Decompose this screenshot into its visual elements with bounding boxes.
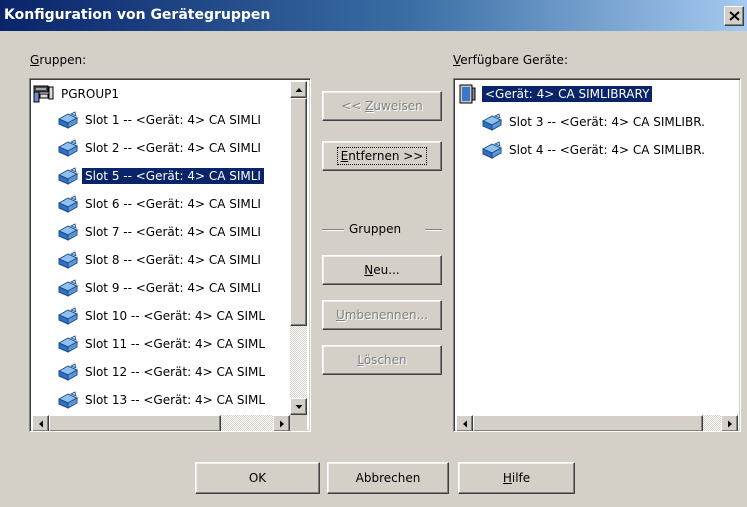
- scroll-up-button[interactable]: [290, 81, 307, 98]
- groups-separator-left: [322, 229, 344, 231]
- scroll-up-arrow-icon: [295, 87, 302, 92]
- rename-group-button[interactable]: Umbenennen...: [322, 300, 442, 330]
- group-slot-label: Slot 12 -- <Gerät: 4> CA SIML: [85, 365, 266, 379]
- group-tree-root[interactable]: PGROUP1: [33, 81, 122, 107]
- group-slot-label: Slot 13 -- <Gerät: 4> CA SIML: [85, 393, 266, 407]
- scroll-right-button[interactable]: [273, 415, 290, 431]
- scroll-corner: [290, 415, 307, 431]
- tape-slot-icon: [57, 111, 79, 129]
- tape-slot-icon: [57, 251, 79, 269]
- help-button[interactable]: Hilfe: [458, 462, 575, 494]
- dialog-window: Konfiguration von Gerätegruppen Gruppen:…: [0, 0, 747, 507]
- available-devices-label: Verfügbare Geräte:: [453, 53, 568, 67]
- available-slot-label: Slot 3 -- <Gerät: 4> CA SIMLIBR.: [509, 115, 705, 129]
- ok-button[interactable]: OK: [195, 462, 320, 494]
- hscroll-thumb[interactable]: [49, 415, 221, 431]
- tape-slot-icon: [57, 335, 79, 353]
- group-slot-item[interactable]: Slot 13 -- <Gerät: 4> CA SIML: [57, 387, 268, 413]
- groups-list-label: Gruppen:: [30, 53, 87, 67]
- close-icon: [729, 11, 740, 21]
- scroll-left-arrow-icon: [38, 420, 43, 427]
- group-slot-item[interactable]: Slot 10 -- <Gerät: 4> CA SIML: [57, 303, 268, 329]
- group-slot-item[interactable]: Slot 6 -- <Gerät: 4> CA SIMLI: [57, 191, 264, 217]
- devices-scroll-left-arrow-icon: [462, 420, 467, 427]
- groups-separator-right: [425, 229, 442, 231]
- group-slot-item[interactable]: Slot 5 -- <Gerät: 4> CA SIMLI: [57, 163, 264, 189]
- tape-slot-icon: [57, 139, 79, 157]
- tape-library-icon: [459, 84, 476, 104]
- group-slot-item[interactable]: Slot 11 -- <Gerät: 4> CA SIML: [57, 331, 268, 357]
- group-slot-label: Slot 2 -- <Gerät: 4> CA SIMLI: [85, 141, 261, 155]
- scroll-right-arrow-icon: [279, 420, 284, 427]
- close-button[interactable]: [724, 6, 744, 26]
- window-title: Konfiguration von Gerätegruppen: [4, 7, 271, 23]
- group-slot-item[interactable]: Slot 7 -- <Gerät: 4> CA SIMLI: [57, 219, 264, 245]
- group-slot-item[interactable]: Slot 8 -- <Gerät: 4> CA SIMLI: [57, 247, 264, 273]
- group-slot-label: Slot 7 -- <Gerät: 4> CA SIMLI: [85, 225, 261, 239]
- tape-slot-icon: [57, 195, 79, 213]
- tape-slot-icon: [57, 279, 79, 297]
- scroll-thumb[interactable]: [290, 98, 307, 326]
- devices-scroll-right-button[interactable]: [721, 415, 738, 431]
- group-slot-label: Slot 8 -- <Gerät: 4> CA SIMLI: [85, 253, 261, 267]
- groups-listbox[interactable]: PGROUP1 Slot 1 -- <Gerät: 4> CA SIMLI Slo…: [29, 78, 311, 432]
- scroll-down-arrow-icon: [295, 404, 302, 409]
- tape-slot-icon: [481, 113, 503, 131]
- new-group-button[interactable]: Neu...: [322, 255, 442, 285]
- delete-group-button[interactable]: Löschen: [322, 345, 442, 375]
- group-slot-item[interactable]: Slot 12 -- <Gerät: 4> CA SIML: [57, 359, 268, 385]
- tape-slot-icon: [57, 307, 79, 325]
- group-slot-label: Slot 11 -- <Gerät: 4> CA SIML: [85, 337, 266, 351]
- remove-button[interactable]: Entfernen >>: [322, 141, 442, 171]
- group-slot-label: Slot 6 -- <Gerät: 4> CA SIMLI: [85, 197, 261, 211]
- library-tree-root[interactable]: <Gerät: 4> CA SIMLIBRARY: [457, 81, 653, 107]
- available-slot-label: Slot 4 -- <Gerät: 4> CA SIMLIBR.: [509, 143, 705, 157]
- available-slot-item[interactable]: Slot 4 -- <Gerät: 4> CA SIMLIBR.: [481, 137, 708, 163]
- assign-button[interactable]: << Zuweisen: [322, 91, 442, 121]
- available-devices-listbox[interactable]: <Gerät: 4> CA SIMLIBRARY Slot 3 -- <Gerä…: [453, 78, 741, 432]
- group-computer-icon: [33, 85, 54, 103]
- groups-vertical-scrollbar[interactable]: [290, 81, 307, 415]
- group-name: PGROUP1: [61, 87, 119, 101]
- scroll-left-button[interactable]: [32, 415, 49, 431]
- group-slot-label: Slot 10 -- <Gerät: 4> CA SIML: [85, 309, 266, 323]
- group-slot-label: Slot 5 -- <Gerät: 4> CA SIMLI: [82, 168, 264, 184]
- devices-hscroll-thumb[interactable]: [473, 415, 703, 431]
- library-name: <Gerät: 4> CA SIMLIBRARY: [482, 86, 653, 102]
- group-slot-item[interactable]: Slot 2 -- <Gerät: 4> CA SIMLI: [57, 135, 264, 161]
- group-slot-item[interactable]: Slot 1 -- <Gerät: 4> CA SIMLI: [57, 107, 264, 133]
- scroll-down-button[interactable]: [290, 398, 307, 415]
- title-bar[interactable]: Konfiguration von Gerätegruppen: [0, 0, 747, 31]
- groups-horizontal-scrollbar[interactable]: [32, 415, 290, 431]
- tape-slot-icon: [57, 363, 79, 381]
- group-slot-item[interactable]: Slot 9 -- <Gerät: 4> CA SIMLI: [57, 275, 264, 301]
- tape-slot-icon: [57, 167, 79, 185]
- cancel-button[interactable]: Abbrechen: [327, 462, 449, 494]
- devices-scroll-left-button[interactable]: [456, 415, 473, 431]
- group-slot-label: Slot 1 -- <Gerät: 4> CA SIMLI: [85, 113, 261, 127]
- tape-slot-icon: [57, 223, 79, 241]
- devices-horizontal-scrollbar[interactable]: [456, 415, 738, 431]
- devices-scroll-right-arrow-icon: [727, 420, 732, 427]
- tape-slot-icon: [57, 391, 79, 409]
- available-slot-item[interactable]: Slot 3 -- <Gerät: 4> CA SIMLIBR.: [481, 109, 708, 135]
- tape-slot-icon: [481, 141, 503, 159]
- group-slot-label: Slot 9 -- <Gerät: 4> CA SIMLI: [85, 281, 261, 295]
- groups-section-label: Gruppen: [349, 222, 402, 236]
